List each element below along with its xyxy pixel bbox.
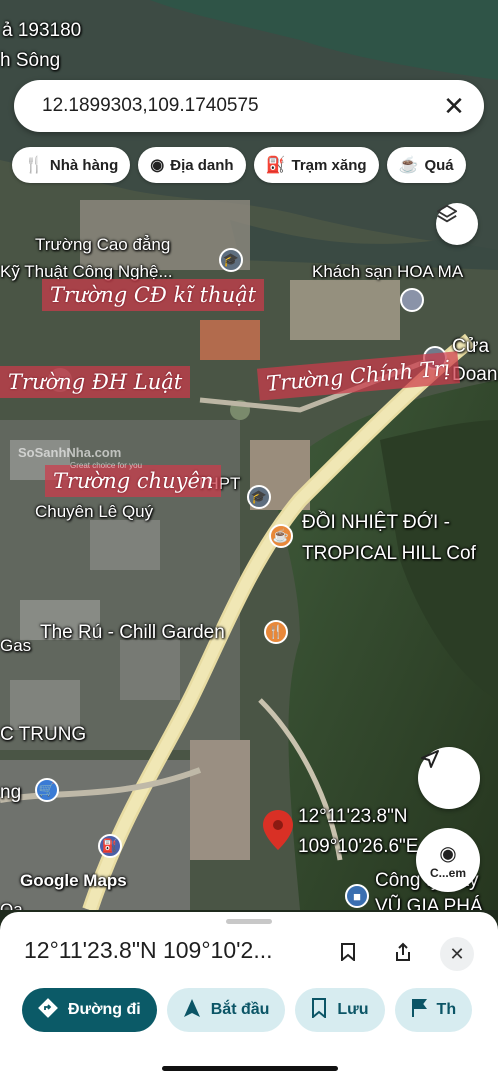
action-buttons: Đường đi Bắt đầu Lưu Th	[22, 988, 473, 1032]
place-oa[interactable]: Oa	[0, 900, 23, 910]
chip-gas-stations[interactable]: ⛽ Trạm xăng	[253, 147, 379, 183]
chip-label: Nhà hàng	[49, 156, 119, 174]
search-bar[interactable]: ✕	[14, 80, 484, 132]
bookmark-icon	[311, 997, 327, 1023]
navigation-arrow-icon	[183, 998, 201, 1023]
search-input[interactable]	[40, 94, 414, 118]
home-indicator	[162, 1066, 338, 1071]
chip-landmarks[interactable]: ◉ Địa danh	[138, 147, 246, 183]
watermark-brand: SoSanhNha.com	[18, 445, 122, 460]
cafe-icon[interactable]: ☕	[269, 524, 293, 548]
satellite-map[interactable]: ả 193180 h Sông Trường Cao đẳng 🎓 Kỹ Thu…	[0, 0, 498, 910]
watermark-tagline: Great choice for you	[70, 461, 143, 470]
place-bottom-sheet: 12°11'23.8"N 109°10'2... ✕ Đường đi Bắt …	[0, 912, 498, 1080]
annotation-cd-ki-thuat: Trường CĐ kĩ thuật	[42, 279, 265, 311]
place-c-trung[interactable]: C TRUNG	[0, 724, 86, 746]
company-icon[interactable]: ■	[345, 884, 369, 908]
shopping-cart-icon[interactable]: 🛒	[35, 778, 59, 802]
drag-handle[interactable]	[226, 919, 272, 924]
chip-label: Quá	[424, 156, 454, 174]
save-bookmark-button[interactable]	[331, 937, 365, 971]
share-icon	[394, 942, 412, 967]
chip-restaurants[interactable]: 🍴 Nhà hàng	[12, 147, 131, 183]
hotel-icon[interactable]	[400, 288, 424, 312]
start-button[interactable]: Bắt đầu	[166, 988, 286, 1032]
school-icon[interactable]: 🎓	[247, 485, 271, 509]
place-tropical-2[interactable]: TROPICAL HILL Cof	[302, 543, 476, 565]
place-tropical-1[interactable]: ĐỒI NHIỆT ĐỚI -	[302, 512, 450, 534]
chip-label: Trạm xăng	[291, 156, 367, 174]
layers-button[interactable]	[436, 203, 478, 245]
bookmark-icon	[340, 942, 356, 966]
my-location-button[interactable]	[418, 747, 480, 809]
map-label-top-left: ả 193180	[2, 20, 82, 41]
lens-button-label: C...em	[429, 865, 466, 880]
camera-lens-icon: ◉	[439, 842, 457, 865]
place-vu-gia-pha[interactable]: VŨ GIA PHÁ	[375, 896, 483, 910]
pin-longitude: 109°10'26.6"E	[298, 836, 419, 857]
gas-pump-icon: ⛽	[265, 157, 286, 174]
pin-latitude: 12°11'23.8"N	[298, 806, 408, 827]
chip-label: Địa danh	[170, 156, 234, 174]
directions-button[interactable]: Đường đi	[22, 988, 157, 1032]
dropped-pin-icon[interactable]	[263, 810, 293, 850]
directions-icon	[38, 997, 58, 1023]
place-ng[interactable]: ng	[0, 782, 21, 804]
close-icon[interactable]: ✕	[440, 92, 468, 120]
close-sheet-button[interactable]: ✕	[440, 937, 474, 971]
start-label: Bắt đầu	[210, 1001, 270, 1018]
restaurant-icon[interactable]: 🍴	[264, 620, 288, 644]
close-icon: ✕	[449, 943, 465, 964]
lens-button[interactable]: ◉ C...em	[416, 828, 480, 892]
place-title-coordinates: 12°11'23.8"N 109°10'2...	[24, 937, 273, 963]
category-chips: 🍴 Nhà hàng ◉ Địa danh ⛽ Trạm xăng ☕ Quá	[12, 147, 466, 183]
place-gas[interactable]: Gas	[0, 636, 31, 656]
cup-icon: ☕	[398, 157, 419, 174]
place-cua[interactable]: Cửa	[452, 336, 489, 358]
place-hotel[interactable]: Khách sạn HOA MA	[312, 262, 463, 282]
flag-icon	[411, 998, 427, 1023]
annotation-dh-luat: Trường ĐH Luật	[0, 366, 191, 398]
save-label: Lưu	[337, 1001, 369, 1018]
directions-label: Đường đi	[68, 1001, 141, 1018]
place-chuyen-le-quy[interactable]: Chuyên Lê Quý	[35, 502, 153, 522]
more-action-button[interactable]: Th	[394, 988, 473, 1032]
more-action-label: Th	[436, 1001, 457, 1018]
google-maps-logo: Google Maps	[20, 871, 127, 890]
fork-knife-icon: 🍴	[24, 157, 44, 174]
chip-cafes[interactable]: ☕ Quá	[386, 147, 466, 183]
place-chill-garden[interactable]: The Rú - Chill Garden	[40, 622, 225, 644]
place-cao-dang[interactable]: Trường Cao đẳng	[35, 235, 170, 255]
gas-station-icon[interactable]: ⛽	[98, 834, 122, 858]
save-button[interactable]: Lưu	[295, 988, 385, 1032]
map-label-river: h Sông	[0, 50, 61, 71]
share-button[interactable]	[386, 937, 420, 971]
landmark-icon: ◉	[150, 157, 165, 174]
school-icon[interactable]: 🎓	[219, 248, 243, 272]
